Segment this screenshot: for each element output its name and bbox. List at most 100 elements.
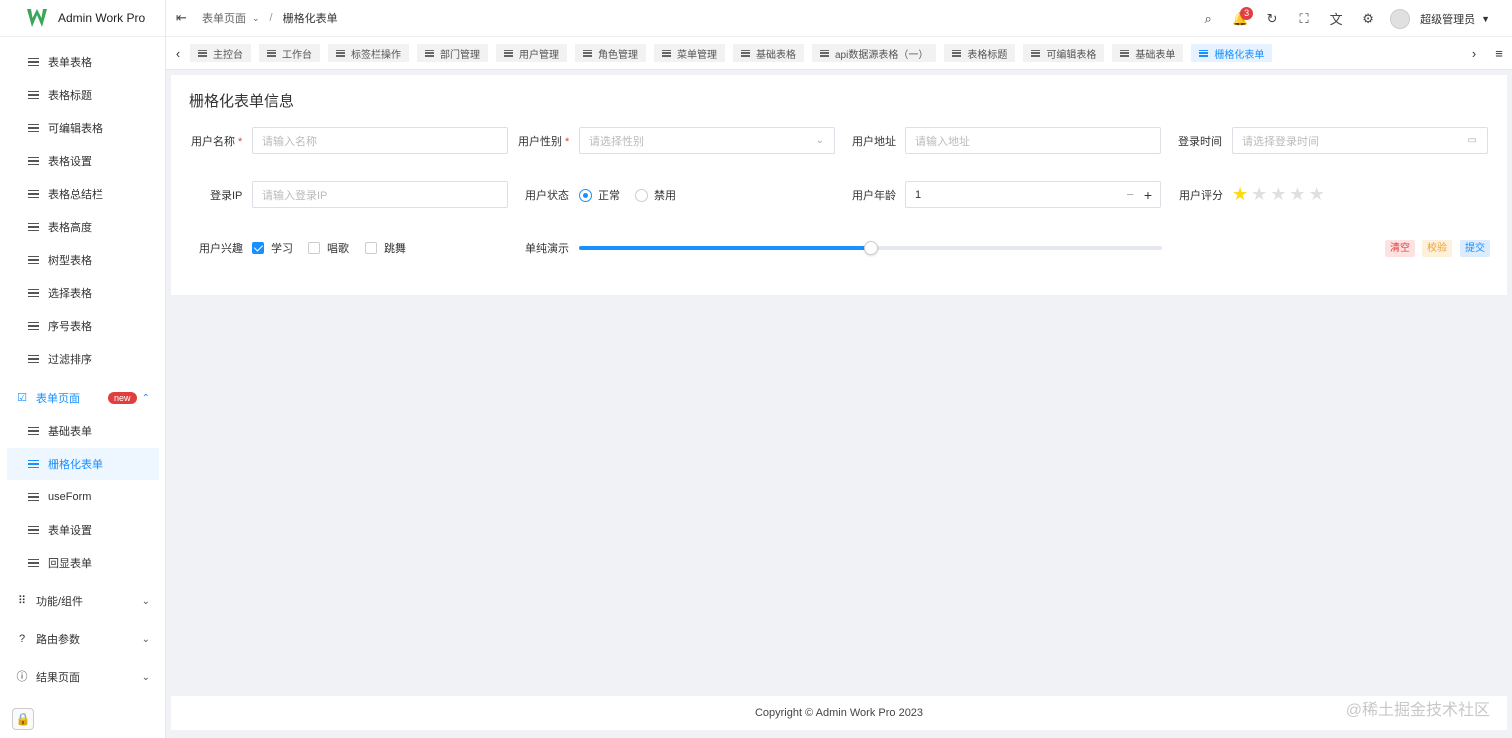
login-ip-field[interactable]: 请输入登录IP [252, 181, 508, 208]
tab-users[interactable]: 用户管理 [496, 44, 567, 62]
sidebar-item-filter-sort[interactable]: 过滤排序 [0, 343, 166, 375]
sidebar-item-index-table[interactable]: 序号表格 [0, 310, 166, 342]
submit-button[interactable]: 提交 [1460, 240, 1490, 257]
star-icon[interactable]: ★ [1289, 185, 1305, 203]
interest-study-checkbox[interactable]: 学习 [252, 240, 293, 256]
sidebar-item-useform[interactable]: useForm [0, 481, 166, 513]
question-icon: ? [18, 633, 26, 645]
interest-dance-checkbox[interactable]: 跳舞 [365, 240, 406, 256]
user-name: 超级管理员 [1420, 13, 1476, 26]
interest-sing-checkbox[interactable]: 唱歌 [308, 240, 349, 256]
rating-stars[interactable]: ★ ★ ★ ★ ★ [1232, 185, 1328, 203]
chevron-down-icon: ⌄ [815, 135, 824, 146]
chevron-down-icon[interactable]: ⌄ [252, 13, 260, 24]
name-field[interactable]: 请输入名称 [252, 127, 508, 154]
menu-icon [741, 49, 750, 57]
address-placeholder: 请输入地址 [915, 135, 970, 148]
login-time-picker[interactable]: 请选择登录时间 ▭ [1232, 127, 1488, 154]
fullscreen-icon[interactable]: ⛶ [1288, 0, 1320, 37]
checkbox-unchecked [308, 242, 320, 254]
tab-workbench[interactable]: 工作台 [259, 44, 320, 62]
demo-slider[interactable] [579, 241, 1162, 255]
star-icon[interactable]: ★ [1232, 185, 1248, 203]
menu-icon [1199, 49, 1209, 57]
sidebar-item-select-table[interactable]: 选择表格 [0, 277, 166, 309]
sidebar-item-table-title[interactable]: 表格标题 [0, 79, 166, 111]
bell-icon[interactable]: 🔔 3 [1224, 0, 1256, 37]
header-actions: ⌕ 🔔 3 ↻ ⛶ 文 ⚙ 超级管理员 ▼ [1192, 0, 1512, 37]
name-label: 用户名称 * [191, 136, 243, 148]
address-field[interactable]: 请输入地址 [905, 127, 1161, 154]
tab-menus[interactable]: 菜单管理 [654, 44, 725, 62]
status-radio-disabled[interactable]: 禁用 [635, 187, 676, 203]
tab-label: 基础表格 [756, 49, 796, 61]
plus-icon[interactable]: + [1144, 187, 1152, 203]
logo[interactable]: Admin Work Pro [0, 0, 165, 37]
tab-table-title[interactable]: 表格标题 [944, 44, 1016, 62]
star-icon[interactable]: ★ [1309, 185, 1325, 203]
tab-editable-table[interactable]: 可编辑表格 [1023, 44, 1105, 62]
sidebar-item-basic-form[interactable]: 基础表单 [0, 415, 166, 447]
menu-icon [952, 49, 962, 57]
sidebar-group-components[interactable]: ⠿ 功能/组件 ⌄ [0, 585, 166, 617]
sidebar-group-label: 表单页面 [36, 393, 80, 405]
tab-department[interactable]: 部门管理 [417, 44, 488, 62]
tab-basic-form[interactable]: 基础表单 [1112, 44, 1184, 62]
logo-w-icon [27, 9, 47, 27]
refresh-icon[interactable]: ↻ [1256, 0, 1288, 37]
sidebar-item-table-settings[interactable]: 表格设置 [0, 145, 166, 177]
sidebar-item-label: 表格总结栏 [48, 189, 103, 201]
tab-tabbar-ops[interactable]: 标签栏操作 [328, 44, 409, 62]
search-icon[interactable]: ⌕ [1192, 0, 1224, 37]
validate-button[interactable]: 校验 [1422, 240, 1452, 257]
menu-icon [662, 49, 671, 57]
sidebar-item-table-summary[interactable]: 表格总结栏 [0, 178, 166, 210]
tab-label: 表格标题 [967, 49, 1008, 61]
sidebar-item-table-height[interactable]: 表格高度 [0, 211, 166, 243]
tab-dashboard[interactable]: 主控台 [190, 44, 251, 62]
sidebar-item-editable-table[interactable]: 可编辑表格 [0, 112, 166, 144]
user-menu[interactable]: 超级管理员 ▼ [1390, 8, 1490, 29]
checkbox-checked [252, 242, 264, 254]
sidebar-item-label: 表单设置 [48, 525, 92, 537]
status-radio-normal[interactable]: 正常 [579, 187, 620, 203]
info-icon: ⓘ [16, 671, 28, 683]
menu-icon [267, 49, 276, 57]
tab-api-table[interactable]: api数据源表格（一） [812, 44, 937, 62]
gender-select[interactable]: 请选择性别 ⌄ [579, 127, 835, 154]
age-stepper[interactable]: 1 − + [905, 181, 1161, 208]
star-icon[interactable]: ★ [1251, 185, 1267, 203]
menu-fold-icon[interactable]: ⇤ [176, 10, 192, 26]
translate-icon[interactable]: 文 [1320, 0, 1352, 37]
chevron-right-icon[interactable]: › [1462, 46, 1486, 61]
top-header: ⇤ 表单页面 ⌄ / 栅格化表单 ⌕ 🔔 3 ↻ ⛶ 文 ⚙ 超级管理员 ▼ [166, 0, 1512, 37]
avatar [1390, 8, 1411, 29]
clear-button[interactable]: 清空 [1385, 240, 1415, 257]
tab-label: 菜单管理 [677, 49, 717, 61]
tab-basic-table[interactable]: 基础表格 [733, 44, 804, 62]
grid-form-card: 栅格化表单信息 用户名称 * 请输入名称 用户性别 * 请选择性别 ⌄ 用户地址 请输… [171, 75, 1507, 295]
slider-handle[interactable] [863, 241, 878, 255]
sidebar-group-label: 功能/组件 [36, 596, 84, 608]
tab-label: 主控台 [213, 49, 243, 61]
sidebar-item-echo-form[interactable]: 回显表单 [0, 547, 166, 579]
sidebar-group-result-pages[interactable]: ⓘ 结果页面 ⌄ [0, 661, 166, 693]
star-icon[interactable]: ★ [1270, 185, 1286, 203]
breadcrumb-parent[interactable]: 表单页面 [202, 10, 246, 26]
new-badge: new [108, 392, 137, 404]
sidebar-item-tree-table[interactable]: 树型表格 [0, 244, 166, 276]
menu-icon [28, 355, 39, 363]
minus-icon[interactable]: − [1126, 187, 1134, 202]
sidebar: Admin Work Pro 表单表格 表格标题 可编辑表格 表格设置 表格总结… [0, 0, 166, 738]
sidebar-group-route-params[interactable]: ? 路由参数 ⌄ [0, 623, 166, 655]
sidebar-item-form-settings[interactable]: 表单设置 [0, 514, 166, 546]
tab-grid-form[interactable]: 栅格化表单 [1191, 44, 1273, 62]
tab-roles[interactable]: 角色管理 [575, 44, 646, 62]
chevron-left-icon[interactable]: ‹ [166, 46, 190, 61]
sidebar-item-form-table[interactable]: 表单表格 [0, 46, 166, 78]
hamburger-icon[interactable]: ≡ [1486, 46, 1512, 61]
sidebar-group-form-pages[interactable]: ☑ 表单页面 new ⌃ [0, 382, 166, 414]
lock-icon[interactable]: 🔒 [12, 708, 34, 730]
sidebar-item-grid-form[interactable]: 栅格化表单 [7, 448, 159, 480]
gear-icon[interactable]: ⚙ [1352, 0, 1384, 37]
